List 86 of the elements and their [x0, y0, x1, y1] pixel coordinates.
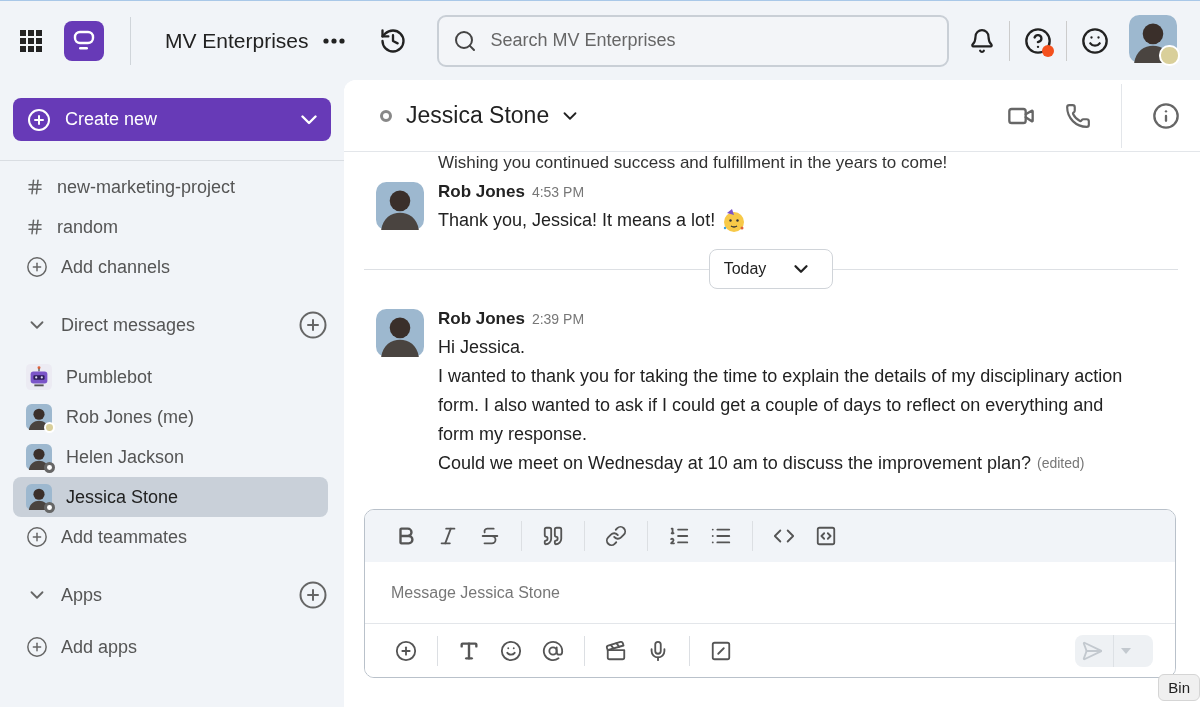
channel-item[interactable]: random — [13, 207, 328, 247]
hash-icon — [26, 178, 44, 196]
smiley-icon — [500, 639, 522, 662]
message-author[interactable]: Rob Jones — [438, 309, 525, 329]
message-time: 2:39 PM — [531, 311, 585, 327]
more-icon — [322, 37, 345, 44]
text-size-icon — [458, 639, 480, 662]
info-icon — [1152, 101, 1180, 130]
strikethrough-icon — [479, 525, 501, 547]
more-button[interactable] — [322, 37, 345, 44]
chevron-down-icon — [301, 114, 317, 125]
plus-icon — [26, 256, 48, 278]
create-new-button[interactable]: Create new — [13, 98, 331, 141]
quote-button[interactable] — [542, 525, 564, 547]
user-avatar — [26, 404, 52, 430]
search-input[interactable]: Search MV Enterprises — [488, 29, 933, 52]
message-text: I wanted to thank you for taking the time to explain the details of my disciplinary action form. I also wanted to ask if I could get a couple of days to reflect on everything and form my response. — [438, 365, 1124, 446]
emoji-button[interactable] — [500, 639, 522, 662]
message-author[interactable]: Rob Jones — [438, 182, 525, 202]
slash-command-button[interactable] — [710, 639, 732, 662]
quote-icon — [542, 525, 564, 547]
add-icon[interactable] — [298, 310, 328, 340]
direct-message-item[interactable]: Helen Jackson — [13, 437, 328, 477]
slash-icon — [710, 639, 732, 662]
info-button[interactable] — [1152, 101, 1180, 130]
smiley-icon — [1080, 26, 1109, 55]
video-clip-button[interactable] — [605, 639, 627, 662]
numbered-list-icon — [668, 525, 690, 547]
direct-message-item[interactable]: Pumblebot — [13, 357, 328, 397]
add-icon[interactable] — [298, 580, 328, 610]
numbered-list-button[interactable] — [668, 525, 690, 547]
apps-header[interactable]: Apps — [13, 575, 328, 615]
plus-icon — [26, 636, 48, 658]
user-avatar — [26, 444, 52, 470]
direct-messages-header[interactable]: Direct messages — [13, 305, 328, 345]
plus-icon — [26, 526, 48, 548]
add-channels-link[interactable]: Add channels — [13, 247, 328, 287]
user-avatar — [1128, 14, 1177, 63]
message-time: 4:53 PM — [531, 184, 585, 200]
direct-message-item[interactable]: Jessica Stone — [13, 477, 328, 517]
hash-icon — [26, 218, 44, 236]
user-avatar — [26, 484, 52, 510]
send-icon — [1081, 639, 1103, 662]
link-button[interactable] — [605, 525, 627, 547]
tooltip: Bin — [1158, 674, 1200, 701]
plus-icon — [27, 107, 51, 132]
history-button[interactable] — [378, 26, 407, 55]
message-text: Hi Jessica. — [438, 336, 526, 359]
text-format-button[interactable] — [458, 639, 480, 662]
add-apps-link[interactable]: Add apps — [13, 627, 328, 667]
at-sign-icon — [542, 639, 564, 662]
emoji-button[interactable] — [1080, 26, 1109, 55]
add-teammates-link[interactable]: Add teammates — [13, 517, 328, 557]
workspace-name[interactable]: MV Enterprises — [165, 28, 309, 53]
message-text: Wishing you continued success and fulfillment in the years to come! — [438, 152, 948, 174]
code-block-button[interactable] — [815, 525, 837, 547]
help-icon — [1023, 26, 1052, 55]
message-text: Thank you, Jessica! It means a lot! — [438, 209, 716, 232]
search-icon — [452, 28, 477, 53]
code-block-icon — [815, 525, 837, 547]
user-avatar — [376, 182, 424, 230]
message-text: Could we meet on Wednesday at 10 am to discuss the improvement plan? — [438, 452, 1031, 475]
phone-icon — [1065, 102, 1091, 129]
robot-icon — [26, 364, 52, 390]
edited-label: (edited) — [1037, 454, 1085, 473]
phone-call-button[interactable] — [1065, 102, 1091, 129]
channel-item[interactable]: new-marketing-project — [13, 167, 328, 207]
mention-button[interactable] — [542, 639, 564, 662]
history-icon — [378, 26, 407, 55]
plus-icon — [395, 639, 417, 662]
app-logo[interactable] — [64, 20, 104, 61]
notifications-button[interactable] — [968, 27, 995, 54]
date-divider-button[interactable]: Today — [708, 249, 834, 289]
help-button[interactable] — [1023, 26, 1052, 55]
strikethrough-button[interactable] — [479, 525, 501, 547]
bell-icon — [968, 27, 995, 54]
caret-icon — [1120, 646, 1132, 655]
attach-button[interactable] — [395, 639, 417, 662]
app-grid-icon[interactable] — [20, 29, 42, 52]
clapperboard-icon — [605, 639, 627, 662]
user-avatar — [376, 309, 424, 357]
message-composer[interactable]: Message Jessica Stone — [364, 509, 1176, 678]
chat-title[interactable]: Jessica Stone — [406, 102, 550, 129]
direct-message-item[interactable]: Rob Jones (me) — [13, 397, 328, 437]
search-field[interactable]: Search MV Enterprises — [436, 14, 949, 67]
link-icon — [605, 525, 627, 547]
